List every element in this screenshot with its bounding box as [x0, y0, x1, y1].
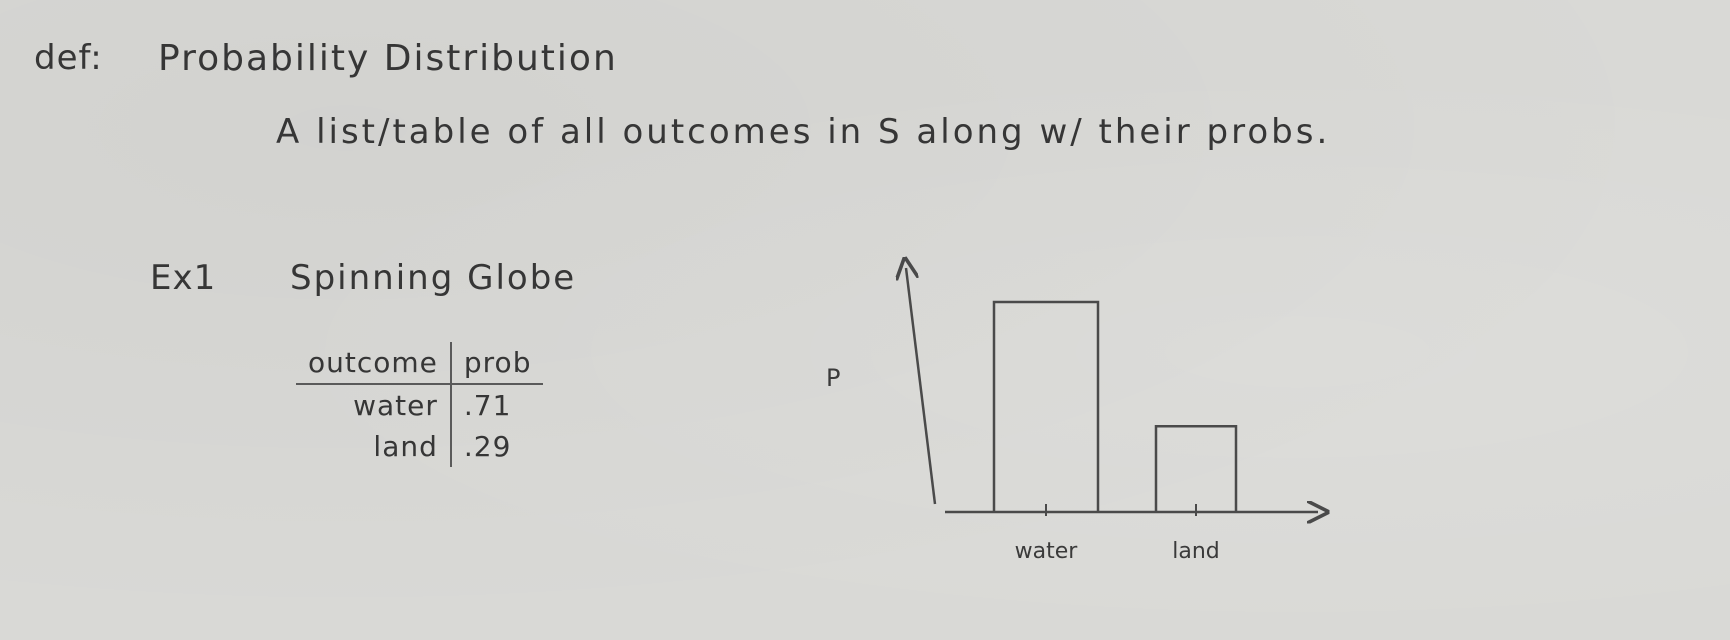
- x-tick-label-water: water: [1015, 539, 1079, 564]
- bar-water: [992, 300, 1100, 512]
- bars-group: [992, 300, 1238, 516]
- x-tick-label-land: land: [1172, 539, 1220, 564]
- y-axis-label: P: [826, 364, 840, 392]
- y-axis: [906, 268, 937, 505]
- x-tick-labels: water land: [1015, 539, 1220, 564]
- bar-land: [1154, 424, 1238, 512]
- bar-chart: P water land: [826, 0, 1730, 564]
